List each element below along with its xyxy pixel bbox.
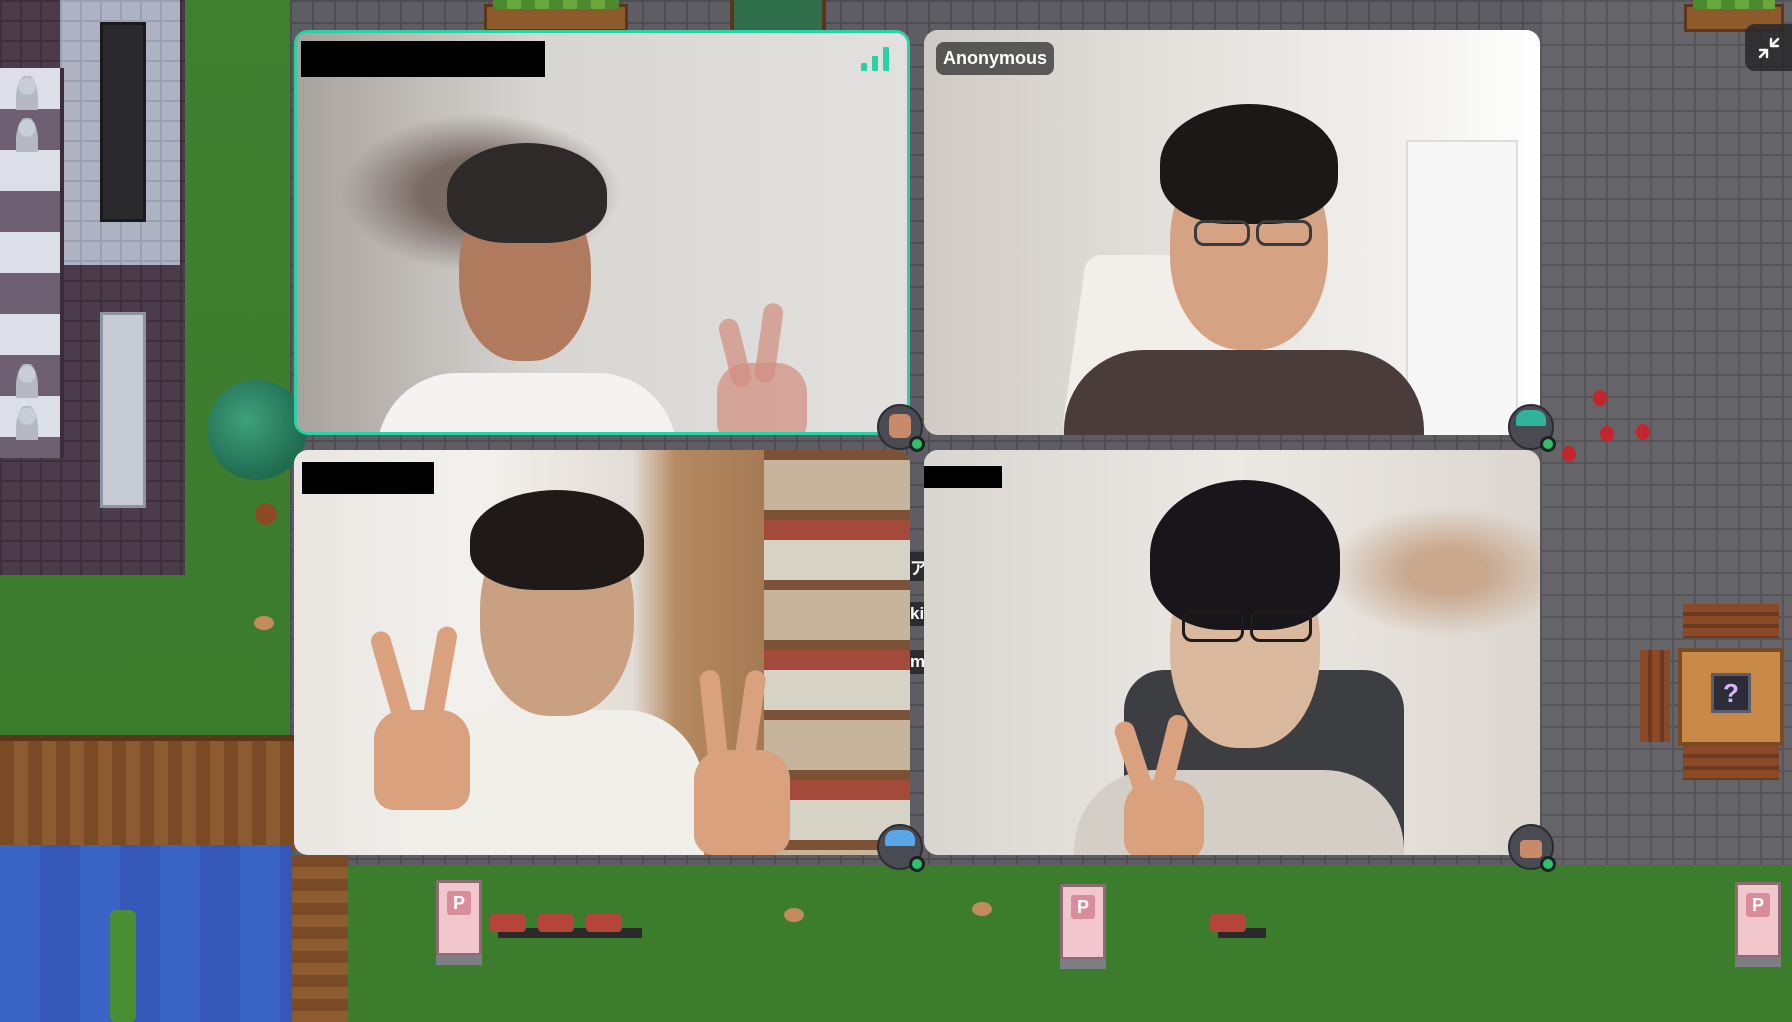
camera-feed xyxy=(294,450,910,855)
name-label-redacted xyxy=(301,41,545,77)
person-glasses xyxy=(1182,610,1244,642)
online-status-dot xyxy=(909,436,925,452)
go-kart[interactable] xyxy=(490,914,526,932)
participant-avatar[interactable] xyxy=(1508,824,1556,872)
minimize-video-grid-button[interactable] xyxy=(1745,24,1792,71)
apple[interactable] xyxy=(1600,426,1614,442)
go-kart[interactable] xyxy=(586,914,622,932)
avatar-face xyxy=(1520,840,1542,858)
online-status-dot xyxy=(1540,856,1556,872)
white-door xyxy=(1406,140,1518,435)
video-tile-bottom-left[interactable] xyxy=(294,450,910,855)
rock xyxy=(784,908,804,922)
minimize-arrows-icon xyxy=(1758,37,1779,58)
pond-water xyxy=(0,845,292,1022)
wooden-bench xyxy=(1683,746,1779,780)
chess-piece xyxy=(16,364,38,398)
peace-sign-hand xyxy=(374,710,470,810)
person-hair xyxy=(1160,104,1338,224)
dark-counter xyxy=(100,22,146,222)
hand-finger xyxy=(421,625,459,727)
avatar-hair xyxy=(1516,410,1546,426)
tree-trunk xyxy=(255,503,277,525)
camera-feed xyxy=(924,30,1540,435)
green-doorway[interactable] xyxy=(730,0,826,30)
avatar-hair xyxy=(885,830,915,846)
online-status-dot xyxy=(909,856,925,872)
white-bench xyxy=(100,312,146,508)
chess-piece xyxy=(16,118,38,152)
person-hair xyxy=(1150,480,1340,630)
tree xyxy=(207,380,307,480)
parking-sign[interactable]: P xyxy=(1735,882,1781,967)
mystery-box[interactable]: ? xyxy=(1711,673,1751,713)
hand-finger xyxy=(368,629,416,731)
person-glasses xyxy=(1194,220,1250,246)
wooden-bench xyxy=(1683,604,1779,638)
online-status-dot xyxy=(1540,436,1556,452)
mushroom xyxy=(254,616,274,630)
dirt-cliff xyxy=(0,735,295,851)
person-glasses xyxy=(1256,220,1312,246)
parking-sign-letter: P xyxy=(1746,893,1770,917)
name-label-redacted xyxy=(924,466,1002,488)
parking-sign[interactable]: P xyxy=(1060,884,1106,969)
person-shirt xyxy=(377,373,677,432)
person-glasses xyxy=(1250,610,1312,642)
video-tile-top-right[interactable]: Anonymous xyxy=(924,30,1540,435)
apple[interactable] xyxy=(1562,446,1576,462)
parking-sign-letter: P xyxy=(1071,895,1095,919)
go-kart[interactable] xyxy=(1210,914,1246,932)
chess-board[interactable] xyxy=(0,68,64,458)
flower-planter xyxy=(484,0,628,32)
person-shirt xyxy=(1064,350,1424,435)
wooden-bench-side xyxy=(1640,650,1670,742)
apple[interactable] xyxy=(1593,390,1607,406)
camera-feed xyxy=(297,33,907,432)
camera-feed xyxy=(924,450,1540,855)
person-hair xyxy=(447,143,607,243)
chess-piece xyxy=(16,76,38,110)
video-tile-top-left[interactable] xyxy=(294,30,910,435)
apple[interactable] xyxy=(1636,424,1650,440)
avatar-face xyxy=(889,414,911,438)
game-viewport[interactable]: P P P ? ア ki m Anonymous xyxy=(0,0,1792,1022)
participant-avatar[interactable] xyxy=(1508,404,1556,452)
pond-reed xyxy=(110,910,136,1022)
rock xyxy=(972,902,992,916)
signal-strength-icon xyxy=(861,47,889,71)
video-tile-bottom-right[interactable] xyxy=(924,450,1540,855)
hand-finger xyxy=(698,669,730,771)
parking-sign[interactable]: P xyxy=(436,880,482,965)
chess-piece xyxy=(16,406,38,440)
participant-name-label: Anonymous xyxy=(936,42,1055,75)
go-kart[interactable] xyxy=(538,914,574,932)
participant-avatar[interactable] xyxy=(877,404,925,452)
participant-avatar[interactable] xyxy=(877,824,925,872)
bottom-lawn xyxy=(290,865,1792,1022)
name-label-redacted xyxy=(302,462,434,494)
dirt-cliff-side xyxy=(292,855,348,1022)
parking-sign-letter: P xyxy=(447,891,471,915)
person-hair xyxy=(470,490,644,590)
